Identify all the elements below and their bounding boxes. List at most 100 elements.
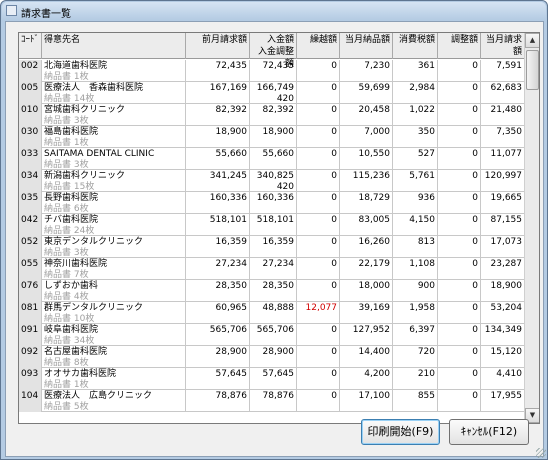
delivery-slip-count: 納品書 15枚 [44, 182, 95, 192]
cell-col-total: 17,955 [481, 390, 525, 412]
header-col-code: ｺｰﾄﾞ [19, 33, 42, 59]
cell-col-sales: 22,179 [340, 258, 393, 280]
cell-col-tax: 527 [393, 148, 438, 170]
cell-col-customer: 医療法人 広島クリニック 納品書 5枚 [42, 390, 186, 412]
cell-col-total: 120,997 [481, 170, 525, 192]
cell-col-adjustment: 0 [438, 302, 481, 324]
cell-col-customer: 長野歯科医院 納品書 6枚 [42, 192, 186, 214]
cell-col-customer: オオサカ歯科医院 納品書 1枚 [42, 368, 186, 390]
scroll-thumb[interactable] [526, 50, 539, 90]
cell-col-prev-billing: 160,336 [186, 192, 250, 214]
table-row[interactable]: 005 医療法人 香森歯科医院 納品書 14枚 167,169 166,749 420 0 5… [19, 82, 525, 104]
table-row[interactable]: 042 チバ歯科医院 納品書 24枚 518,101 518,101 0 83,005 4,1… [19, 214, 525, 236]
table-row[interactable]: 035 長野歯科医院 納品書 6枚 160,336 160,336 0 18,729 936 0… [19, 192, 525, 214]
cell-col-carryover: 0 [297, 192, 340, 214]
delivery-slip-count: 納品書 1枚 [44, 72, 89, 82]
table-row[interactable]: 030 福島歯科医院 納品書 1枚 18,900 18,900 0 7,000 350 0 7,3… [19, 126, 525, 148]
cell-col-carryover: 0 [297, 104, 340, 126]
cell-col-tax: 936 [393, 192, 438, 214]
cell-col-sales: 127,952 [340, 324, 393, 346]
delivery-slip-count: 納品書 1枚 [44, 138, 89, 148]
cell-col-code: 035 [19, 192, 42, 214]
grid-header: ｺｰﾄﾞ 得意先名 前月請求額 入金額 入金調整額 繰越額 当月納品額 消費税額 調整額 当月請求… [19, 33, 525, 69]
cell-col-tax: 6,397 [393, 324, 438, 346]
cell-col-total: 4,410 [481, 368, 525, 390]
table-row[interactable]: 091 岐阜歯科医院 納品書 34枚 565,706 565,706 0 127,952 6,… [19, 324, 525, 346]
table-row[interactable]: 052 東京デンタルクリニック 納品書 3枚 16,359 16,359 0 16,260 8… [19, 236, 525, 258]
cell-col-prev-billing: 565,706 [186, 324, 250, 346]
cell-col-total: 134,349 [481, 324, 525, 346]
cell-col-payment: 160,336 [250, 192, 297, 214]
cell-col-adjustment: 0 [438, 104, 481, 126]
cell-col-prev-billing: 60,965 [186, 302, 250, 324]
cell-col-adjustment: 0 [438, 82, 481, 104]
cell-col-customer: 新潟歯科クリニック 納品書 15枚 [42, 170, 186, 192]
cell-col-sales: 18,000 [340, 280, 393, 302]
cell-col-tax: 1,108 [393, 258, 438, 280]
cancel-button[interactable]: ｷｬﾝｾﾙ(F12) [449, 419, 529, 445]
table-row[interactable]: 093 オオサカ歯科医院 納品書 1枚 57,645 57,645 0 4,200 210 0 4… [19, 368, 525, 390]
cell-col-tax: 1,958 [393, 302, 438, 324]
cell-col-tax: 1,022 [393, 104, 438, 126]
cell-col-payment: 72,435 [250, 60, 297, 82]
cell-col-sales: 7,230 [340, 60, 393, 82]
cell-col-customer: 名古屋歯科医院 納品書 8枚 [42, 346, 186, 368]
cell-col-total: 62,683 [481, 82, 525, 104]
cell-col-total: 15,120 [481, 346, 525, 368]
invoice-grid[interactable]: ｺｰﾄﾞ 得意先名 前月請求額 入金額 入金調整額 繰越額 当月納品額 消費税額 調整額 当月請求… [18, 32, 540, 424]
arrow-up-icon[interactable]: ▲ [525, 33, 539, 48]
cell-col-customer: 岐阜歯科医院 納品書 34枚 [42, 324, 186, 346]
table-row[interactable]: 092 名古屋歯科医院 納品書 8枚 28,900 28,900 0 14,400 720 0 1… [19, 346, 525, 368]
table-row[interactable]: 034 新潟歯科クリニック 納品書 15枚 341,245 340,825 420 0 115… [19, 170, 525, 192]
table-row[interactable]: 076 しずおか歯科 納品書 4枚 28,350 28,350 0 18,000 900 0 18… [19, 280, 525, 302]
cell-col-prev-billing: 518,101 [186, 214, 250, 236]
cell-col-sales: 83,005 [340, 214, 393, 236]
vertical-scrollbar[interactable]: ▲ ▼ [524, 33, 539, 423]
cell-col-payment: 82,392 [250, 104, 297, 126]
table-row[interactable]: 055 神奈川歯科医院 納品書 7枚 27,234 27,234 0 22,179 1,108… [19, 258, 525, 280]
table-row[interactable]: 010 宮城歯科クリニック 納品書 3枚 82,392 82,392 0 20,458 1,0… [19, 104, 525, 126]
cell-col-prev-billing: 78,876 [186, 390, 250, 412]
cell-col-code: 104 [19, 390, 42, 412]
table-row[interactable]: 081 群馬デンタルクリニック 納品書 10枚 60,965 48,888 12,077 3… [19, 302, 525, 324]
cell-col-tax: 4,150 [393, 214, 438, 236]
table-row[interactable]: 104 医療法人 広島クリニック 納品書 5枚 78,876 78,876 0 17,100… [19, 390, 525, 412]
cell-col-payment: 28,350 [250, 280, 297, 302]
cell-col-prev-billing: 341,245 [186, 170, 250, 192]
cell-col-sales: 20,458 [340, 104, 393, 126]
cell-col-carryover: 0 [297, 126, 340, 148]
delivery-slip-count: 納品書 7枚 [44, 270, 89, 280]
cell-col-payment: 48,888 [250, 302, 297, 324]
cell-col-adjustment: 0 [438, 324, 481, 346]
cell-col-total: 7,591 [481, 60, 525, 82]
cell-col-prev-billing: 167,169 [186, 82, 250, 104]
cell-col-carryover: 0 [297, 214, 340, 236]
cell-col-code: 093 [19, 368, 42, 390]
cell-col-carryover: 12,077 [297, 302, 340, 324]
cell-col-carryover: 0 [297, 60, 340, 82]
delivery-slip-count: 納品書 4枚 [44, 292, 89, 302]
resize-grip[interactable] [536, 448, 546, 458]
cell-col-carryover: 0 [297, 258, 340, 280]
cell-col-prev-billing: 18,900 [186, 126, 250, 148]
print-start-button[interactable]: 印刷開始(F9) [361, 419, 440, 445]
cell-col-payment: 78,876 [250, 390, 297, 412]
cell-col-code: 030 [19, 126, 42, 148]
table-row[interactable]: 033 SAITAMA DENTAL CLINIC 納品書 3枚 55,660 55,6… [19, 148, 525, 170]
cell-col-sales: 39,169 [340, 302, 393, 324]
cell-col-total: 23,287 [481, 258, 525, 280]
cell-col-tax: 361 [393, 60, 438, 82]
cell-col-payment: 16,359 [250, 236, 297, 258]
header-col-sales: 当月納品額 [340, 33, 393, 59]
cell-col-code: 042 [19, 214, 42, 236]
cell-col-customer: SAITAMA DENTAL CLINIC 納品書 3枚 [42, 148, 186, 170]
delivery-slip-count: 納品書 24枚 [44, 226, 95, 236]
cell-col-payment: 340,825 420 [250, 170, 297, 192]
delivery-slip-count: 納品書 10枚 [44, 314, 95, 324]
cell-col-payment: 27,234 [250, 258, 297, 280]
cell-col-prev-billing: 55,660 [186, 148, 250, 170]
cell-col-total: 17,073 [481, 236, 525, 258]
cell-col-code: 092 [19, 346, 42, 368]
cell-col-code: 033 [19, 148, 42, 170]
table-row[interactable]: 002 北海道歯科医院 納品書 1枚 72,435 72,435 0 7,230 361 0 7,… [19, 60, 525, 82]
